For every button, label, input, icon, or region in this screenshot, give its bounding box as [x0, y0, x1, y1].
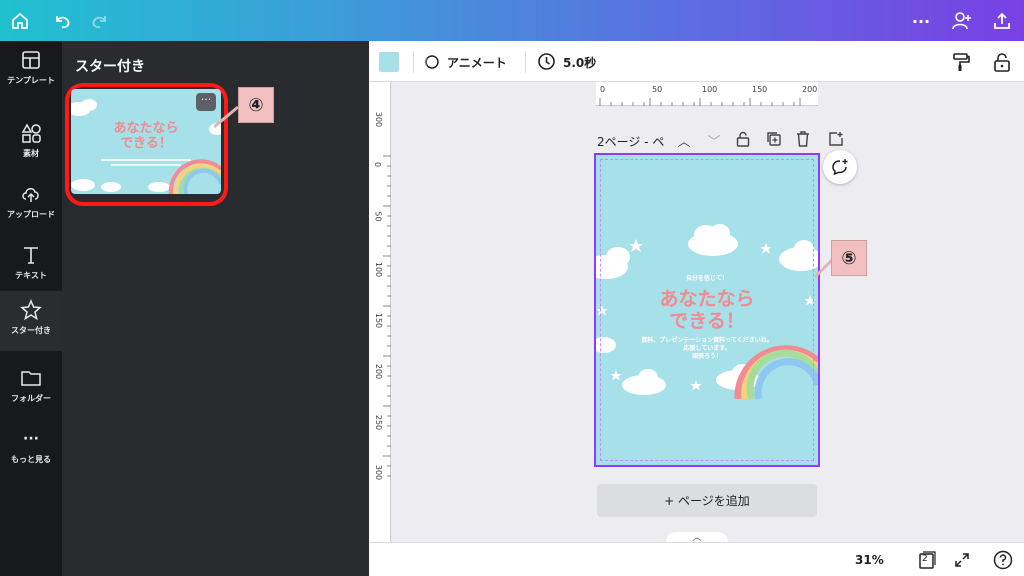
- ruler-label: 200: [802, 85, 818, 94]
- ruler-label: 150: [752, 85, 768, 94]
- divider: [413, 51, 414, 73]
- page-count-icon[interactable]: 2: [916, 549, 938, 571]
- ruler-horizontal: 0 50 100 150 200: [596, 82, 818, 106]
- comment-add-icon: [832, 159, 848, 176]
- lock-icon[interactable]: [993, 52, 1011, 72]
- thumbnail-title: あなたなら できる！: [113, 121, 179, 151]
- sidebar-item-folders[interactable]: フォルダー: [0, 359, 62, 419]
- help-icon[interactable]: [992, 549, 1014, 571]
- sidebar-item-label: スター付き: [11, 326, 51, 335]
- sidebar-item-text[interactable]: テキスト: [0, 236, 62, 296]
- add-page-button[interactable]: + ページを追加: [597, 484, 817, 517]
- clock-icon: [537, 52, 556, 71]
- sidebar-item-label: もっと見る: [11, 455, 51, 464]
- share-people-icon[interactable]: [951, 10, 973, 32]
- sidebar-item-label: フォルダー: [11, 394, 51, 403]
- ruler-vertical: 300 0 50 100 150 200 250 300: [369, 82, 391, 542]
- duration-button[interactable]: 5.0秒: [563, 54, 596, 71]
- sidebar-item-uploads[interactable]: アップロード: [0, 175, 62, 235]
- background-color-swatch[interactable]: [379, 52, 399, 72]
- editor-toolbar: アニメート 5.0秒: [369, 41, 1024, 82]
- panel-title: スター付き: [75, 59, 145, 75]
- upload-share-icon[interactable]: [991, 10, 1013, 32]
- add-page-icon[interactable]: [828, 131, 846, 149]
- chevron-down-icon[interactable]: ﹀: [705, 131, 723, 150]
- sidebar: テンプレート 素材 アップロード テキスト スター付き フォルダー ··· もっ…: [0, 41, 62, 576]
- sidebar-item-label: アップロード: [7, 210, 55, 219]
- sidebar-item-elements[interactable]: 素材: [0, 114, 62, 174]
- animate-icon: [422, 53, 440, 71]
- page-title[interactable]: 2ページ - ペ: [597, 133, 664, 150]
- bottom-bar: 31% 2: [369, 542, 1024, 576]
- redo-icon[interactable]: [89, 10, 111, 32]
- comment-button[interactable]: [823, 150, 857, 184]
- more-icon: ···: [23, 431, 39, 447]
- sidebar-item-templates[interactable]: テンプレート: [0, 41, 62, 101]
- divider: [525, 51, 526, 73]
- thumbnail-more-button[interactable]: ···: [196, 93, 216, 111]
- fullscreen-icon[interactable]: [951, 549, 973, 571]
- animate-button[interactable]: アニメート: [447, 54, 507, 71]
- ruler-label: 100: [702, 85, 718, 94]
- lock-page-icon[interactable]: [736, 131, 754, 149]
- top-bar: ···: [0, 0, 1024, 41]
- ruler-label: 50: [652, 85, 663, 94]
- sidebar-item-starred[interactable]: スター付き: [0, 291, 62, 351]
- page-header: 2ページ - ペ ︿ ﹀: [597, 131, 847, 151]
- sidebar-item-more[interactable]: ··· もっと見る: [0, 420, 62, 480]
- star-icon: [20, 299, 42, 321]
- callout-badge-4: ④: [238, 87, 274, 123]
- ruler-label: 0: [600, 85, 606, 94]
- design-title: あなたなら できる！: [659, 288, 755, 332]
- more-options-icon[interactable]: ···: [910, 10, 932, 32]
- design-page[interactable]: 自分を信じて！ あなたなら できる！ 資料、プレゼンテーション資料ってくださいね…: [596, 155, 818, 465]
- page-count: 2: [922, 554, 928, 564]
- zoom-level[interactable]: 31%: [855, 553, 884, 567]
- paint-roller-icon[interactable]: [952, 52, 970, 72]
- sidebar-item-label: テキスト: [15, 271, 47, 280]
- chevron-up-icon[interactable]: ︿: [675, 131, 693, 150]
- template-icon: [20, 49, 42, 71]
- text-icon: [20, 244, 42, 266]
- sidebar-item-label: 素材: [23, 149, 39, 158]
- upload-icon: [20, 183, 42, 205]
- folder-icon: [20, 367, 42, 389]
- design-subtitle: 自分を信じて！: [685, 275, 728, 282]
- home-icon[interactable]: [9, 10, 31, 32]
- callout-badge-5: ⑤: [831, 240, 867, 276]
- undo-icon[interactable]: [51, 10, 73, 32]
- duplicate-page-icon[interactable]: [766, 131, 784, 149]
- sidebar-item-label: テンプレート: [7, 76, 55, 85]
- delete-page-icon[interactable]: [796, 131, 814, 149]
- design-body: 資料、プレゼンテーション資料ってくださいね。 応援しています。 頑張ろう！: [641, 337, 773, 360]
- elements-icon: [20, 122, 42, 144]
- template-thumbnail[interactable]: あなたなら できる！ ···: [71, 89, 221, 194]
